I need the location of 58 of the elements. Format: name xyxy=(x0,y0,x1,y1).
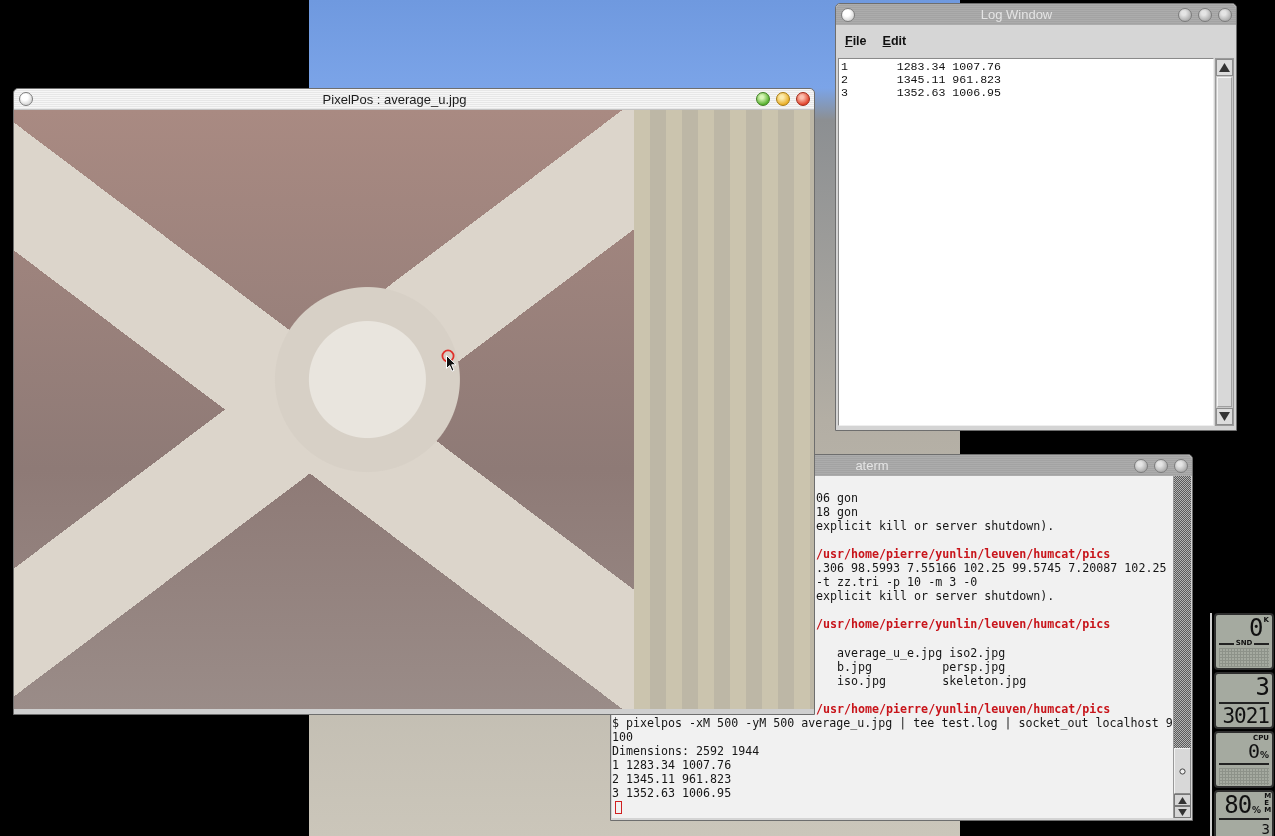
menu-item[interactable]: File xyxy=(840,32,872,50)
scroll-thumb[interactable] xyxy=(1217,77,1232,407)
terminal-line: explicit kill or server shutdown). xyxy=(816,589,1055,604)
terminal-line: 1 1283.34 1007.76 xyxy=(612,757,732,772)
terminal-line: $ pixelpos -xM 500 -yM 500 average_u.jpg | tee test.log | socket_out localhost 9 xyxy=(612,715,1173,730)
terminal-line: 06 gon xyxy=(816,491,859,506)
window-title: Log Window xyxy=(980,7,1053,22)
lcd-value: 3 xyxy=(1260,822,1269,836)
graph-area xyxy=(1219,768,1269,785)
terminal-line: explicit kill or server shutdown). xyxy=(816,519,1055,534)
scroll-up-button[interactable] xyxy=(1174,794,1191,806)
grip-icon xyxy=(1179,767,1186,775)
prompt-path: /usr/home/pierre/yunlin/leuven/humcat/pics xyxy=(816,701,1111,716)
down-arrow-icon xyxy=(1178,808,1187,816)
lcd-unit: % xyxy=(1252,806,1262,815)
terminal-line: 18 gon xyxy=(816,505,859,520)
scroll-thumb[interactable] xyxy=(1174,748,1191,794)
terminal-line: .306 98.5993 7.55166 102.25 99.5745 7.20087 102.25 xyxy=(816,561,1167,576)
terminal-line: 2 1345.11 961.823 xyxy=(612,771,732,786)
file-listing-line: iso.jpg skeleton.jpg xyxy=(836,673,1027,688)
lcd-value: 80 xyxy=(1224,793,1252,817)
window-title: aterm xyxy=(855,458,889,473)
up-arrow-icon xyxy=(1178,796,1187,804)
pointer-icon xyxy=(446,355,457,372)
maximize-button[interactable] xyxy=(756,92,770,106)
up-arrow-icon xyxy=(1219,63,1230,72)
down-arrow-icon xyxy=(1219,412,1230,421)
window-title: PixelPos : average_u.jpg xyxy=(322,91,467,107)
file-listing-line: average_u_e.jpg iso2.jpg xyxy=(836,645,1006,660)
terminal-line: 100 xyxy=(612,729,634,744)
scroll-down-button[interactable] xyxy=(1216,408,1233,425)
minimize-button[interactable] xyxy=(776,92,790,106)
text-cursor xyxy=(615,800,622,814)
close-button[interactable] xyxy=(796,92,810,106)
terminal-line: Dimensions: 2592 1944 xyxy=(612,743,760,758)
lcd-unit: % xyxy=(1259,751,1269,760)
terminal-line: 3 1352.63 1006.95 xyxy=(612,786,732,801)
terminal-line: -t zz.tri -p 10 -m 3 -0 xyxy=(816,575,978,590)
prompt-path: /usr/home/pierre/yunlin/leuven/humcat/pics xyxy=(816,547,1111,562)
log-text-area[interactable]: 1 1283.34 1007.76 2 1345.11 961.823 3 1352.63 1006.95 xyxy=(838,58,1214,426)
lcd-monitor[interactable]: 3 3021 xyxy=(1214,672,1274,729)
file-listing-line: b.jpg persp.jpg xyxy=(836,659,1006,674)
scroll-down-button[interactable] xyxy=(1174,806,1191,818)
scrollbar[interactable] xyxy=(1215,58,1234,426)
window-menu-button[interactable] xyxy=(19,92,33,106)
log-line: 2 1345.11 961.823 xyxy=(841,73,1002,86)
lcd-value: 0 xyxy=(1247,742,1259,760)
circle-marker-icon xyxy=(441,349,455,363)
log-line: 3 1352.63 1006.95 xyxy=(841,86,1002,99)
log-line: 1 1283.34 1007.76 xyxy=(841,60,1002,73)
menu-item[interactable]: Edit xyxy=(877,32,912,50)
vault-photo[interactable] xyxy=(14,110,634,709)
prompt-path: /usr/home/pierre/yunlin/leuven/humcat/pics xyxy=(816,617,1111,632)
graph-area xyxy=(1219,648,1269,667)
scroll-up-button[interactable] xyxy=(1216,59,1233,76)
lcd-value: 3021 xyxy=(1221,706,1269,727)
lcd-value: 0 xyxy=(1249,616,1263,640)
lcd-value: 3 xyxy=(1255,675,1269,699)
